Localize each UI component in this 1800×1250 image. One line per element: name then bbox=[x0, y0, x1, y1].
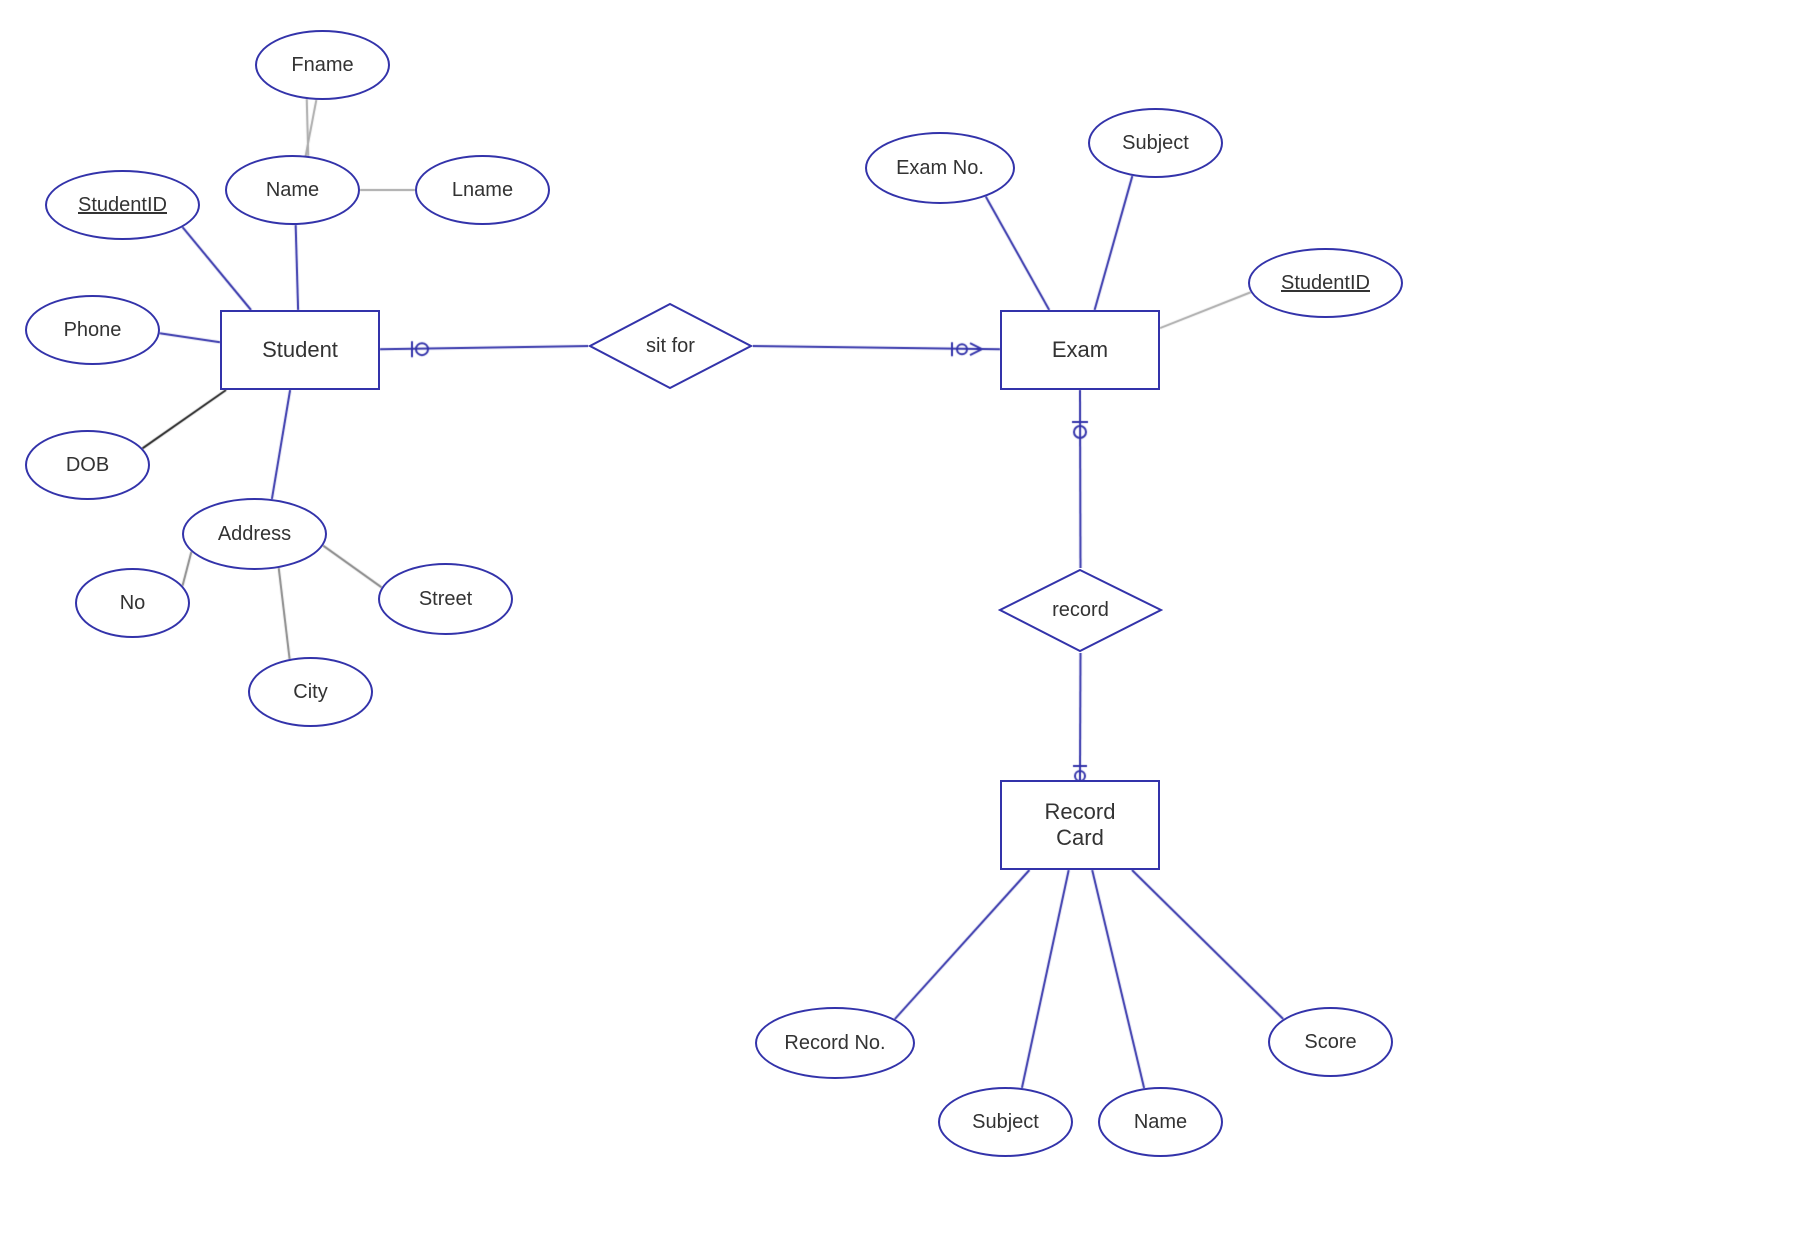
attr-studentid-exam: StudentID bbox=[1248, 248, 1403, 318]
attr-score: Score bbox=[1268, 1007, 1393, 1077]
entity-student: Student bbox=[220, 310, 380, 390]
attr-phone: Phone bbox=[25, 295, 160, 365]
attr-studentid: StudentID bbox=[45, 170, 200, 240]
attr-fname: Fname bbox=[255, 30, 390, 100]
attr-no: No bbox=[75, 568, 190, 638]
relationship-record: record bbox=[998, 568, 1163, 653]
entity-exam: Exam bbox=[1000, 310, 1160, 390]
attr-record-no: Record No. bbox=[755, 1007, 915, 1079]
attr-name-rc: Name bbox=[1098, 1087, 1223, 1157]
attr-exam-no: Exam No. bbox=[865, 132, 1015, 204]
er-diagram: Student Exam Record Card Fname Name Lnam… bbox=[0, 0, 1800, 1250]
attr-address: Address bbox=[182, 498, 327, 570]
attr-subject-exam: Subject bbox=[1088, 108, 1223, 178]
attr-city: City bbox=[248, 657, 373, 727]
entity-record-card: Record Card bbox=[1000, 780, 1160, 870]
attr-dob: DOB bbox=[25, 430, 150, 500]
relationship-sit-for: sit for bbox=[588, 302, 753, 390]
attr-name: Name bbox=[225, 155, 360, 225]
attr-street: Street bbox=[378, 563, 513, 635]
attr-lname: Lname bbox=[415, 155, 550, 225]
attr-subject-rc: Subject bbox=[938, 1087, 1073, 1157]
